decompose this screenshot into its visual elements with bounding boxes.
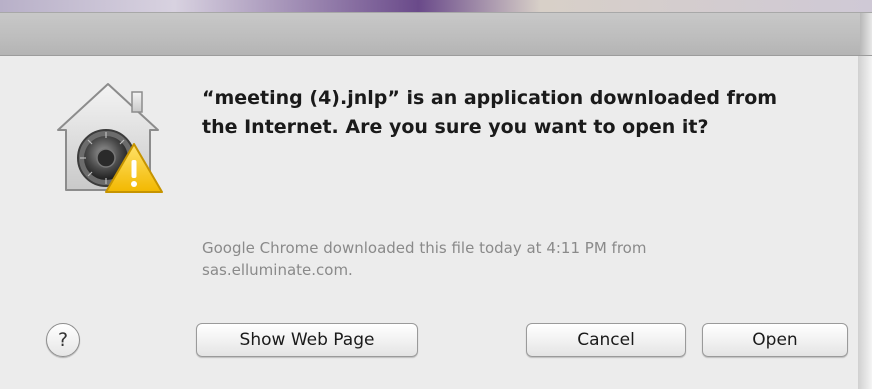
dialog-titlebar xyxy=(0,12,872,56)
titlebar-edge xyxy=(860,13,872,55)
help-question-icon: ? xyxy=(57,329,69,351)
security-dialog-window: “meeting (4).jnlp” is an application dow… xyxy=(0,0,872,389)
cancel-button[interactable]: Cancel xyxy=(526,323,686,357)
help-button[interactable]: ? xyxy=(46,323,80,357)
gatekeeper-security-icon xyxy=(57,83,163,193)
dialog-frame-edge xyxy=(858,56,872,389)
open-button[interactable]: Open xyxy=(702,323,848,357)
dialog-info-text: Google Chrome downloaded this file today… xyxy=(202,239,647,279)
show-web-page-button[interactable]: Show Web Page xyxy=(196,323,418,357)
dialog-headline: “meeting (4).jnlp” is an application dow… xyxy=(202,87,778,138)
